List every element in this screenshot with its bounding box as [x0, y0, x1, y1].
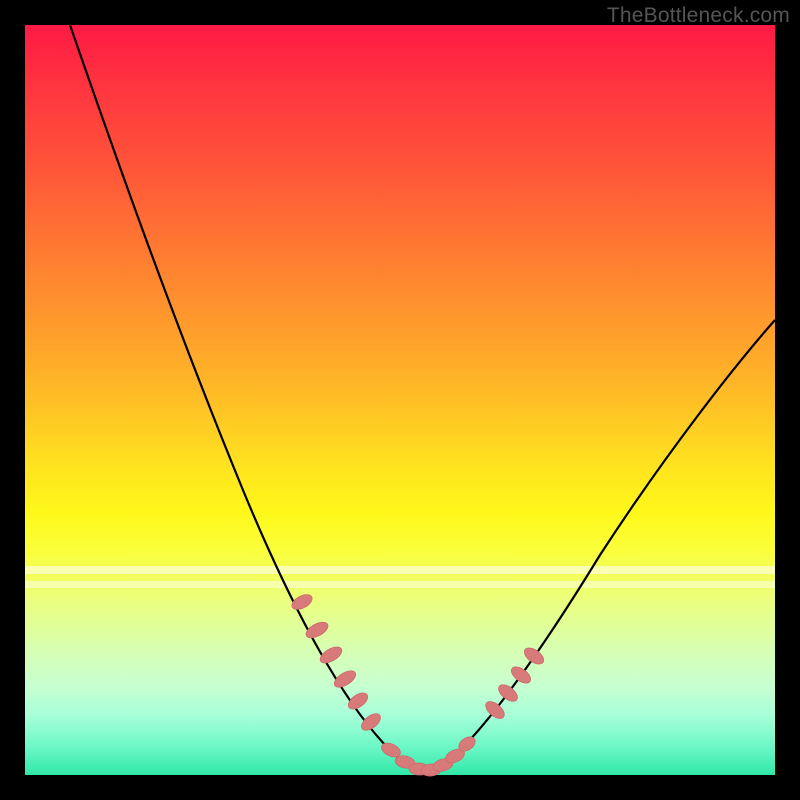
bead: [483, 698, 508, 721]
bead: [496, 681, 521, 704]
bead: [304, 619, 331, 641]
beads-group: [289, 592, 546, 777]
bead: [318, 644, 345, 666]
bead: [289, 592, 314, 613]
curve-layer: [25, 25, 775, 775]
outer-frame: TheBottleneck.com: [0, 0, 800, 800]
bottleneck-curve: [70, 25, 775, 772]
bead: [509, 664, 534, 687]
bead: [346, 690, 371, 712]
watermark-text: TheBottleneck.com: [607, 4, 790, 28]
bead: [522, 645, 547, 667]
plot-area: [25, 25, 775, 775]
